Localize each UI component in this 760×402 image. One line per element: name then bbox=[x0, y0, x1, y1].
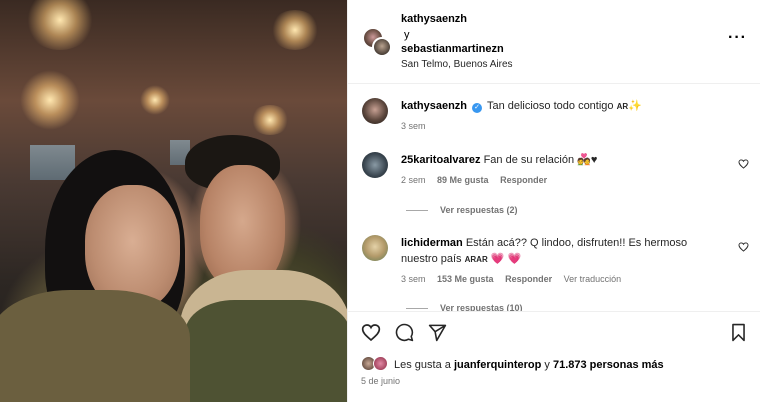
caption-username[interactable]: kathysaenzh bbox=[401, 100, 467, 112]
comment-avatar[interactable] bbox=[362, 152, 388, 178]
caption-avatar[interactable] bbox=[362, 98, 388, 124]
comment-emoji: 💑♥ bbox=[577, 154, 598, 166]
comment-flags: ARAR bbox=[464, 255, 488, 264]
translate-button[interactable]: Ver traducción bbox=[564, 274, 622, 284]
view-replies-label: Ver respuestas (2) bbox=[440, 205, 518, 215]
comment-likes[interactable]: 153 Me gusta bbox=[437, 274, 494, 284]
caption-flag: AR bbox=[616, 102, 629, 111]
comment-likes[interactable]: 89 Me gusta bbox=[437, 175, 489, 185]
coauthor-avatar[interactable] bbox=[372, 37, 392, 57]
likes-prefix: Les gusta a bbox=[394, 359, 451, 371]
comment-text-line2: nuestro país bbox=[401, 253, 462, 265]
author-username[interactable]: kathysaenzh bbox=[401, 13, 467, 25]
comment-meta: 2 sem 89 Me gusta Responder bbox=[401, 175, 547, 185]
verified-badge-icon: ✓ bbox=[472, 103, 483, 113]
author-joiner: y bbox=[404, 29, 410, 41]
likes-summary: Les gusta a juanferquinterop y 71.873 pe… bbox=[394, 359, 664, 371]
comment-like-heart-icon[interactable] bbox=[738, 242, 749, 252]
comment-icon[interactable] bbox=[395, 323, 414, 342]
comment-time[interactable]: 3 sem bbox=[401, 274, 426, 284]
caption: kathysaenzh ✓ Tan delicioso todo contigo… bbox=[401, 98, 731, 115]
replies-divider bbox=[406, 209, 428, 211]
post-photo[interactable] bbox=[0, 0, 347, 402]
instagram-post: kathysaenzh y sebastianmartinezn San Tel… bbox=[0, 0, 760, 402]
comments-list[interactable]: kathysaenzh ✓ Tan delicioso todo contigo… bbox=[348, 85, 760, 312]
more-dots-icon[interactable]: ··· bbox=[728, 30, 747, 46]
coauthor-username[interactable]: sebastianmartinezn bbox=[401, 43, 504, 55]
comment: 25karitoalvarez Fan de su relación 💑♥ bbox=[401, 152, 731, 168]
caption-emoji: ✨ bbox=[628, 100, 642, 112]
comment-text: Fan de su relación bbox=[483, 154, 575, 166]
likes-joiner: y bbox=[544, 359, 550, 371]
comment-username[interactable]: 25karitoalvarez bbox=[401, 154, 481, 166]
likes-count[interactable]: 71.873 personas más bbox=[553, 359, 664, 371]
view-replies-button[interactable]: Ver respuestas (2) bbox=[406, 205, 518, 215]
comment-avatar[interactable] bbox=[362, 235, 388, 261]
replies-divider bbox=[406, 307, 428, 309]
reply-button[interactable]: Responder bbox=[500, 175, 547, 185]
post-header: kathysaenzh y sebastianmartinezn San Tel… bbox=[348, 0, 760, 84]
share-icon[interactable] bbox=[428, 323, 447, 342]
post-location[interactable]: San Telmo, Buenos Aires bbox=[401, 59, 513, 70]
post-side-panel: kathysaenzh y sebastianmartinezn San Tel… bbox=[347, 0, 760, 402]
comment: lichiderman Están acá?? Q lindoo, disfru… bbox=[401, 235, 731, 268]
comment-like-heart-icon[interactable] bbox=[738, 159, 749, 169]
comment-emoji: 💗 💗 bbox=[490, 253, 522, 265]
post-date[interactable]: 5 de junio bbox=[361, 376, 400, 386]
caption-meta: 3 sem bbox=[401, 121, 426, 131]
heart-icon[interactable] bbox=[361, 323, 381, 342]
liker-avatar[interactable] bbox=[373, 356, 388, 371]
reply-button[interactable]: Responder bbox=[505, 274, 552, 284]
bookmark-icon[interactable] bbox=[730, 323, 747, 342]
likes-user[interactable]: juanferquinterop bbox=[454, 359, 541, 371]
caption-text: Tan delicioso todo contigo bbox=[486, 100, 614, 112]
comment-username[interactable]: lichiderman bbox=[401, 237, 463, 249]
comment-text: Están acá?? Q lindoo, disfruten!! Es her… bbox=[465, 237, 688, 249]
caption-time[interactable]: 3 sem bbox=[401, 121, 426, 131]
post-action-bar: Les gusta a juanferquinterop y 71.873 pe… bbox=[348, 311, 760, 402]
comment-meta: 3 sem 153 Me gusta Responder Ver traducc… bbox=[401, 274, 621, 284]
comment-time[interactable]: 2 sem bbox=[401, 175, 426, 185]
